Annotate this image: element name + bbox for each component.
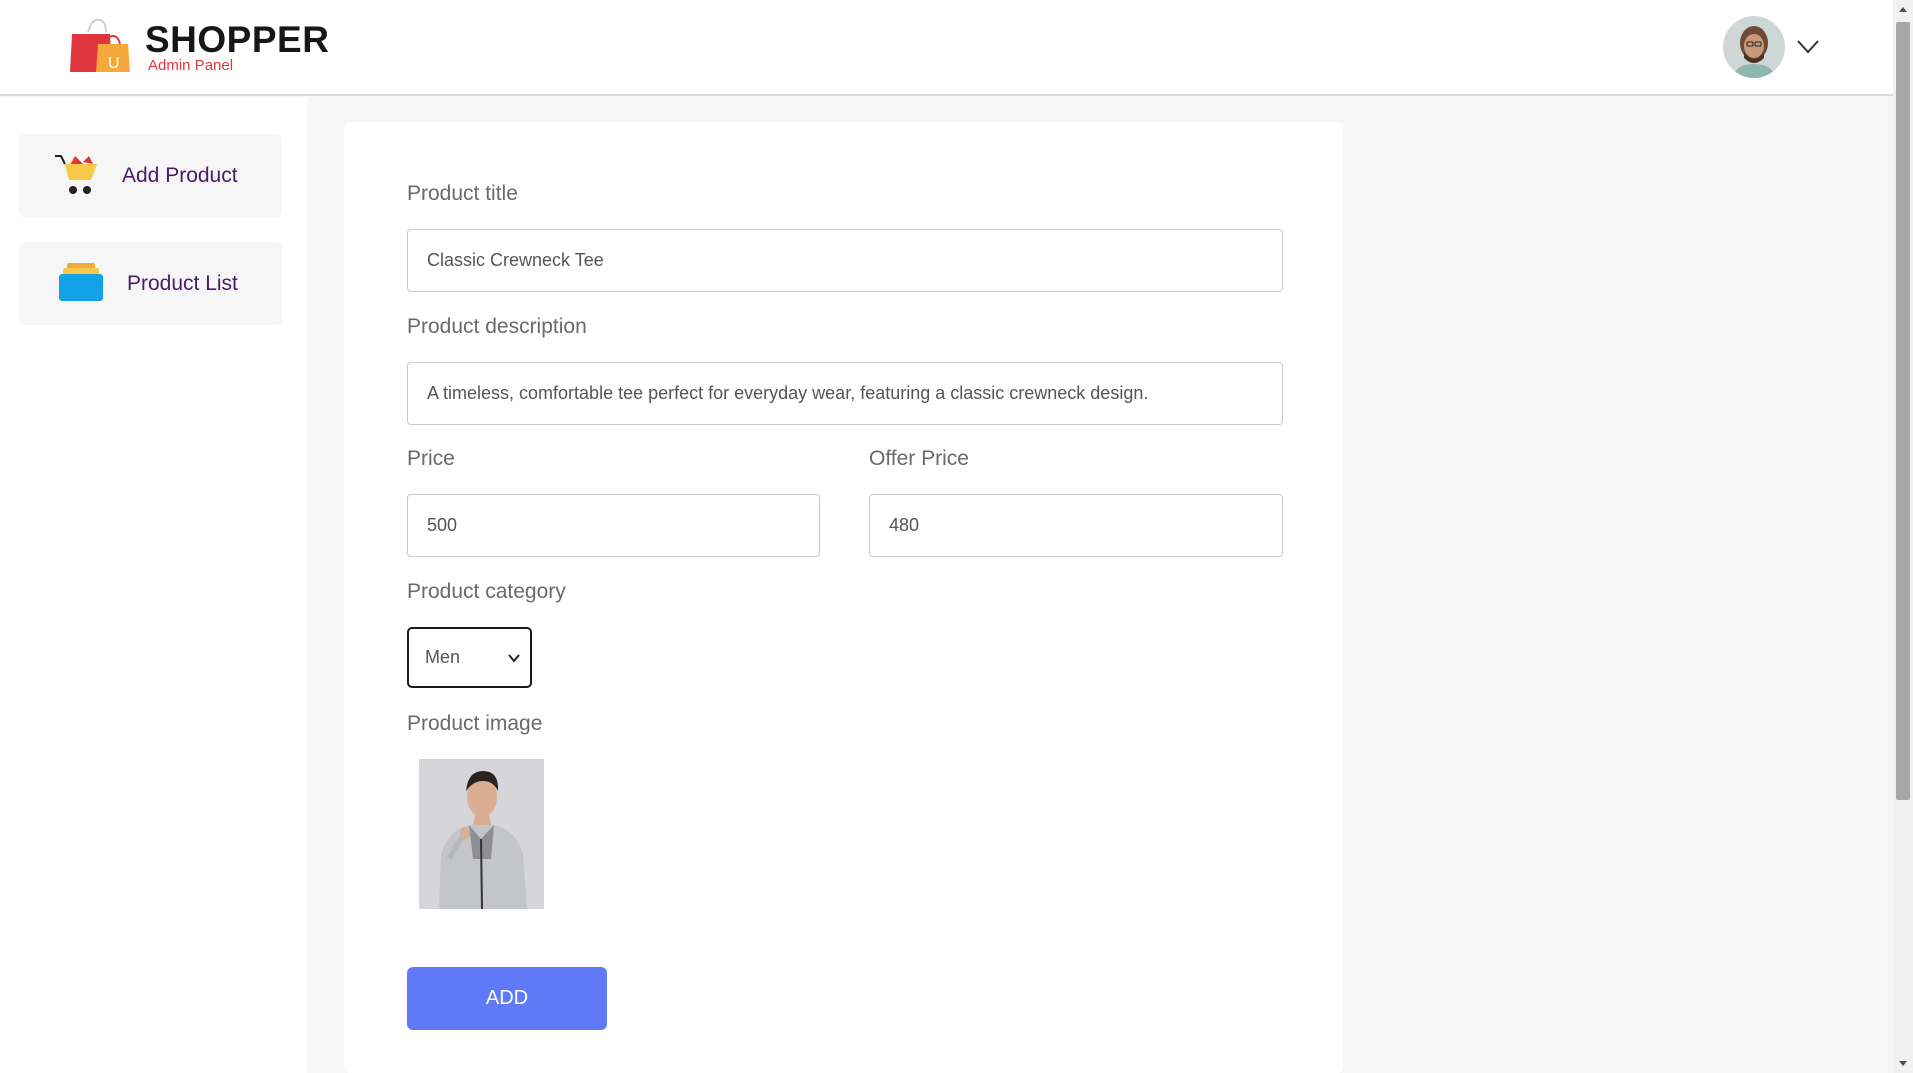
scrollbar-thumb[interactable] [1896, 22, 1910, 800]
product-image-label: Product image [407, 712, 543, 735]
brand-title: SHOPPER [145, 19, 330, 60]
product-title-input[interactable] [407, 229, 1283, 292]
user-avatar[interactable] [1723, 16, 1785, 78]
scrollbar[interactable] [1893, 0, 1913, 1073]
sidebar-item-label: Product List [127, 272, 238, 295]
add-button[interactable]: ADD [407, 967, 607, 1030]
scroll-up-arrow-icon[interactable] [1899, 6, 1907, 14]
stack-icon [59, 263, 103, 301]
navbar: U SHOPPER Admin Panel [0, 0, 1893, 96]
cart-icon [55, 155, 97, 194]
price-label: Price [407, 447, 455, 470]
product-title-label: Product title [407, 182, 518, 205]
chevron-down-icon [508, 654, 520, 663]
brand: SHOPPER Admin Panel [145, 20, 329, 74]
svg-text:U: U [108, 55, 120, 72]
brand-subtitle: Admin Panel [148, 57, 234, 74]
product-category-label: Product category [407, 580, 566, 603]
sidebar-item-product-list[interactable]: Product List [19, 242, 282, 325]
shopping-bag-logo-icon: U [70, 18, 130, 72]
sidebar-item-label: Add Product [122, 164, 238, 187]
category-select-value: Men [425, 647, 461, 667]
product-description-input[interactable] [407, 362, 1283, 425]
avatar-icon [1723, 16, 1785, 78]
offer-price-label: Offer Price [869, 447, 969, 470]
sidebar: Add Product Product List [0, 97, 307, 1073]
sidebar-item-add-product[interactable]: Add Product [19, 134, 282, 217]
offer-price-input[interactable] [869, 494, 1283, 557]
price-input[interactable] [407, 494, 820, 557]
scroll-down-arrow-icon[interactable] [1899, 1059, 1907, 1067]
chevron-down-icon[interactable] [1796, 36, 1820, 56]
product-description-label: Product description [407, 315, 587, 338]
category-select[interactable]: Men [407, 627, 532, 688]
product-image-upload[interactable] [419, 759, 544, 909]
